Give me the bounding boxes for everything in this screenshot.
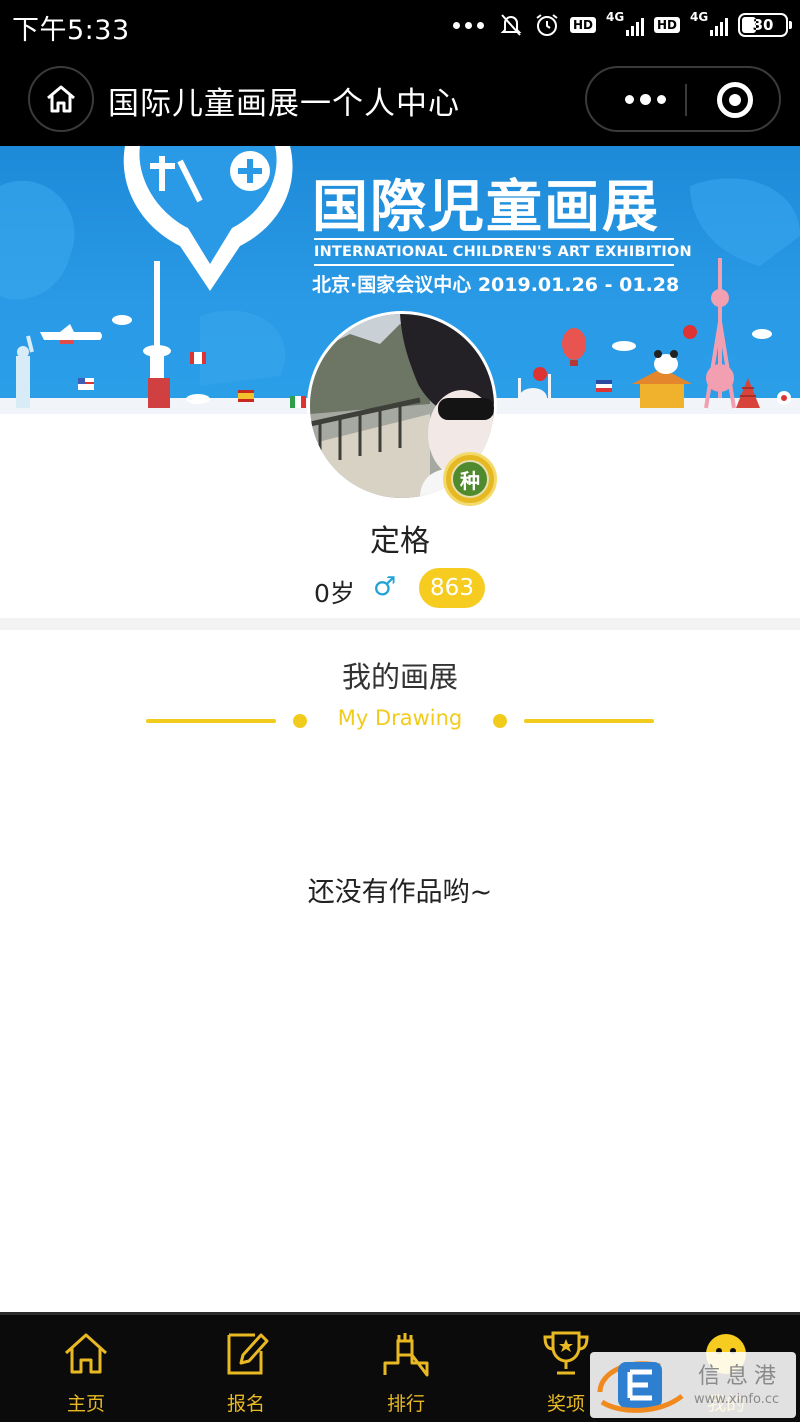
nav-bar: 国际儿童画展一个人中心	[0, 52, 800, 146]
more-button[interactable]	[607, 68, 683, 130]
empty-state-message: 还没有作品哟~	[307, 877, 493, 908]
male-gender-icon: ♂	[373, 572, 397, 602]
tab-ranking[interactable]: 排行	[326, 1315, 486, 1422]
battery-level: 30	[752, 16, 774, 34]
tab-home[interactable]: 主页	[6, 1315, 166, 1422]
nickname: 定格	[370, 524, 430, 559]
my-gallery-subtitle: My Drawing	[337, 706, 463, 730]
section-divider	[0, 618, 800, 630]
watermark-logo-icon	[597, 1361, 684, 1413]
edit-icon	[227, 1333, 269, 1375]
page-title: 国际儿童画展一个人中心	[108, 86, 460, 122]
rank-medal-icon: 种	[443, 452, 497, 506]
alarm-icon	[536, 14, 558, 36]
my-gallery-title: 我的画展	[341, 660, 458, 694]
home-icon	[47, 85, 75, 113]
tab-ranking-label: 排行	[386, 1393, 425, 1415]
profile-info-row: 0岁 ♂ 863	[0, 566, 800, 612]
signal-icon: 4G	[606, 10, 644, 38]
trophy-icon	[543, 1331, 589, 1375]
banner-title: 国際児童画展	[312, 175, 660, 240]
status-icons: HD 4G HD 4G 30	[452, 10, 792, 40]
home-icon	[64, 1333, 108, 1374]
battery-icon: 30	[738, 13, 792, 37]
status-time: 下午5:33	[12, 15, 130, 46]
tab-home-label: 主页	[66, 1393, 105, 1415]
tab-signup-label: 报名	[226, 1393, 265, 1415]
mute-bell-icon	[500, 14, 522, 36]
watermark: 信息港 www.xinfo.cc	[590, 1352, 796, 1418]
tab-signup[interactable]: 报名	[166, 1315, 326, 1422]
signal-icon-2: 4G	[690, 10, 728, 38]
my-gallery-subtitle-row: My Drawing	[0, 706, 800, 736]
banner-subtitle: INTERNATIONAL CHILDREN'S ART EXHIBITION	[314, 238, 692, 266]
hd-badge: HD	[569, 17, 596, 33]
watermark-url: www.xinfo.cc	[694, 1392, 780, 1407]
hd-badge-2: HD	[653, 17, 680, 33]
close-button[interactable]	[717, 82, 753, 118]
more-dots-icon	[452, 21, 484, 29]
banner-location: 北京·国家会议中心 2019.01.26 - 01.28	[312, 274, 680, 296]
mini-program-capsule	[585, 66, 781, 132]
ranking-icon	[383, 1333, 429, 1377]
age-label: 0岁	[314, 579, 355, 608]
watermark-text: 信息港	[698, 1364, 783, 1389]
home-button[interactable]	[28, 66, 94, 132]
medal-char: 种	[451, 460, 489, 498]
status-bar: 下午5:33 HD 4G HD 4G 30	[0, 0, 800, 52]
decor-line-right	[524, 719, 654, 723]
decor-dot-right	[493, 714, 507, 728]
capsule-divider	[685, 84, 687, 116]
points-badge: 863	[419, 568, 485, 608]
